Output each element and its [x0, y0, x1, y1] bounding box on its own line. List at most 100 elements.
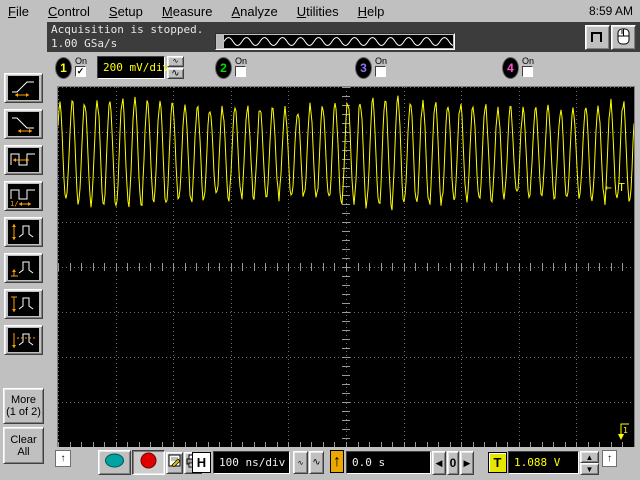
more-measurements-button[interactable]: More (1 of 2)	[3, 388, 44, 424]
up-triangle-icon: ▲	[585, 452, 594, 462]
trigger-level-marker[interactable]: ← T	[605, 181, 625, 194]
stop-icon	[140, 452, 157, 474]
right-triangle-icon: ▶	[463, 457, 471, 468]
measure-rise-time-button[interactable]	[4, 73, 43, 103]
channel1-on-checkbox[interactable]: ✓	[75, 66, 86, 77]
v-peak-peak-icon	[8, 220, 39, 244]
oscilloscope-window: File Control Setup Measure Analyze Utili…	[0, 0, 640, 480]
menu-bar: File Control Setup Measure Analyze Utili…	[0, 0, 640, 23]
channel4-badge[interactable]: 4	[502, 57, 519, 79]
acquisition-mode-button[interactable]	[585, 25, 610, 50]
measure-v-peak-peak-button[interactable]	[4, 217, 43, 247]
acquisition-status: Acquisition is stopped.	[51, 23, 204, 36]
channel1-badge[interactable]: 1	[55, 57, 72, 79]
channel1-scale-down-button[interactable]: ∿	[167, 68, 184, 79]
rise-time-icon	[8, 76, 39, 100]
channel2-on-checkbox[interactable]	[235, 66, 246, 77]
pulse-icon	[590, 29, 605, 47]
timebase-zoom-in-button[interactable]: ∿	[293, 451, 308, 474]
down-triangle-icon: ▼	[585, 464, 594, 474]
channel3-on-label: On	[375, 56, 388, 66]
menu-control[interactable]: Control	[48, 4, 90, 19]
more-label-line1: More	[10, 394, 37, 406]
menu-setup[interactable]: Setup	[109, 4, 143, 19]
measure-v-min-button[interactable]	[4, 253, 43, 283]
expand-left-button[interactable]: ↑	[55, 450, 71, 467]
menu-utilities[interactable]: Utilities	[297, 4, 339, 19]
timebase-zoom-out-button[interactable]: ∿	[309, 451, 324, 474]
channel1-scale-up-button[interactable]: ∿	[167, 56, 184, 67]
channel1-scale-display[interactable]: 200 mV/div	[97, 56, 169, 79]
trigger-level-down-button[interactable]: ▼	[580, 463, 599, 475]
v-average-icon	[8, 328, 39, 352]
notes-icon	[168, 454, 181, 472]
svg-text:1/: 1/	[10, 200, 18, 207]
clock: 8:59 AM	[588, 4, 633, 18]
delay-left-button[interactable]: ◀	[432, 451, 446, 475]
fall-time-icon	[8, 112, 39, 136]
channel2-on-control: On	[235, 57, 247, 77]
small-wave-icon: ∿	[172, 58, 179, 65]
horizontal-trigger-bar: ↑ H 100 ns/div ∿ ∿ ↑ 0.0 s ◀ 0 ▶ T 1.088…	[47, 447, 640, 480]
left-triangle-icon: ◀	[435, 457, 443, 468]
channel3-badge[interactable]: 3	[355, 57, 372, 79]
channel1-on-label: On	[75, 56, 88, 66]
waveform-graticule[interactable]: ← T 1	[57, 86, 635, 448]
svg-text:1: 1	[623, 426, 628, 435]
large-wave-icon: ∿	[171, 68, 180, 79]
channel1-on-control: On ✓	[75, 57, 87, 77]
small-wave-icon: ∿	[297, 459, 304, 467]
menu-help[interactable]: Help	[358, 4, 385, 19]
up-arrow-icon: ↑	[607, 453, 612, 464]
channel4-on-label: On	[522, 56, 535, 66]
delay-right-button[interactable]: ▶	[460, 451, 474, 475]
measure-period-button[interactable]	[4, 145, 43, 175]
channel2-badge[interactable]: 2	[215, 57, 232, 79]
trigger-level-up-button[interactable]: ▲	[580, 451, 599, 463]
channel1-ground-marker[interactable]: 1	[614, 420, 632, 447]
horizontal-label: H	[192, 452, 211, 473]
channel-controls-row: 1 On ✓ 200 mV/div ∿ ∿ 2 On 3 On 4 On	[47, 52, 640, 85]
delay-zero-button[interactable]: 0	[447, 451, 459, 475]
measure-sidebar: 1/ More (1 of 2) Clear All	[0, 22, 47, 480]
trigger-position-button[interactable]: ↑	[330, 450, 344, 473]
sample-rate: 1.00 GSa/s	[51, 37, 118, 50]
period-icon	[8, 148, 39, 172]
channel3-on-control: On	[375, 57, 387, 77]
mouse-pointer-button[interactable]	[611, 25, 636, 50]
up-arrow-icon: ↑	[333, 452, 341, 470]
v-min-icon	[8, 256, 39, 280]
preview-handle[interactable]	[217, 35, 223, 48]
more-label-line2: (1 of 2)	[6, 406, 41, 418]
run-button[interactable]	[98, 450, 131, 475]
stop-button[interactable]	[132, 450, 165, 475]
channel4-on-checkbox[interactable]	[522, 66, 533, 77]
trigger-label: T	[488, 452, 507, 473]
menu-measure[interactable]: Measure	[162, 4, 213, 19]
v-top-icon	[8, 292, 39, 316]
notes-button[interactable]	[166, 452, 183, 474]
memory-preview-bar[interactable]	[215, 33, 455, 50]
trigger-level-display[interactable]: 1.088 V	[508, 451, 579, 474]
clear-all-button[interactable]: Clear All	[3, 427, 44, 464]
delay-display[interactable]: 0.0 s	[346, 451, 431, 474]
channel2-on-label: On	[235, 56, 248, 66]
timebase-scale-display[interactable]: 100 ns/div	[213, 451, 290, 474]
menu-file[interactable]: File	[8, 4, 29, 19]
display-area: ← T 1	[47, 85, 640, 448]
channel3-on-checkbox[interactable]	[375, 66, 386, 77]
clear-label-line1: Clear	[10, 433, 37, 446]
channel4-on-control: On	[522, 57, 534, 77]
measure-v-average-button[interactable]	[4, 325, 43, 355]
large-wave-icon: ∿	[312, 457, 321, 468]
menu-analyze[interactable]: Analyze	[231, 4, 277, 19]
mouse-icon	[617, 28, 630, 48]
frequency-icon: 1/	[8, 184, 39, 208]
expand-right-button[interactable]: ↑	[602, 450, 617, 467]
measure-frequency-button[interactable]: 1/	[4, 181, 43, 211]
measure-v-top-button[interactable]	[4, 289, 43, 319]
up-arrow-icon: ↑	[60, 453, 66, 464]
measure-fall-time-button[interactable]	[4, 109, 43, 139]
status-bar: Acquisition is stopped. 1.00 GSa/s	[47, 22, 640, 52]
run-icon	[104, 453, 125, 473]
